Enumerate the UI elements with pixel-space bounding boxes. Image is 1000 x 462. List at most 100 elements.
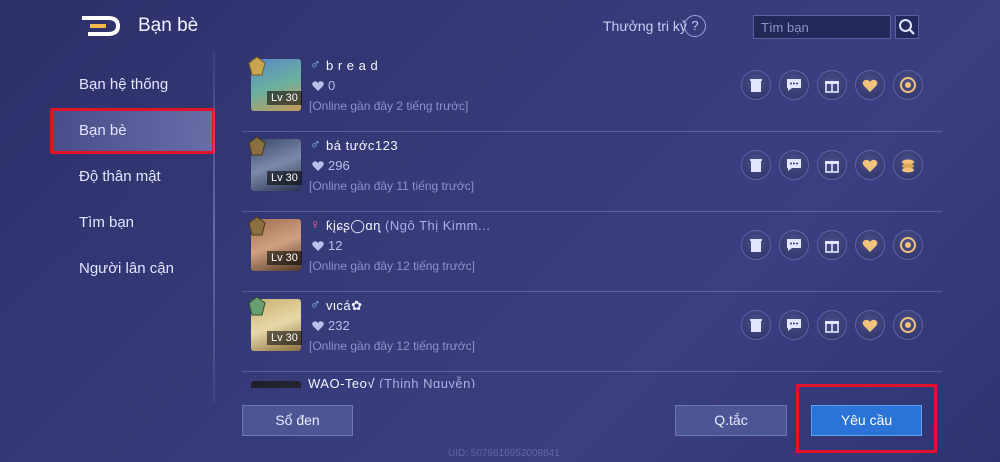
gift-button[interactable] <box>817 310 847 340</box>
coins-icon <box>902 159 914 173</box>
soulmate-reward-link[interactable]: Thưởng tri kỷ <box>603 18 687 34</box>
friend-name: b r e a d <box>326 58 378 73</box>
chat-button[interactable] <box>779 310 809 340</box>
friend-name: WAO-Teo√ (Thịnh Nguyễn) <box>308 376 476 388</box>
heart-icon <box>312 161 324 171</box>
page-title: Bạn bè <box>138 15 199 36</box>
rules-button[interactable]: Q.tắc <box>675 405 787 436</box>
intimacy-count: 12 <box>328 238 343 253</box>
chat-icon <box>787 239 801 251</box>
avatar[interactable]: Lv 30 <box>245 295 303 353</box>
gift-icon <box>825 241 839 253</box>
friend-row[interactable]: Lv 30 ♀ ƙįɕʂ◯ɑɳ (Ngô Thị Kimm... 12 [Onl… <box>242 212 942 292</box>
avatar[interactable]: Lv 30 <box>245 215 303 273</box>
sidebar: Bạn hệ thống Bạn bè Độ thân mật Tìm bạn … <box>0 52 215 392</box>
chat-button[interactable] <box>779 230 809 260</box>
sidebar-item-find-friends[interactable]: Tìm bạn <box>50 200 215 246</box>
delete-friend-button[interactable] <box>741 310 771 340</box>
friend-actions <box>741 310 931 342</box>
gender-male-icon: ♂ <box>310 136 321 152</box>
level-badge: Lv 30 <box>267 251 302 265</box>
sidebar-item-system-friends[interactable]: Bạn hệ thống <box>50 62 215 108</box>
chat-button[interactable] <box>779 70 809 100</box>
bond-button[interactable] <box>893 70 923 100</box>
rank-crest-icon <box>248 56 266 76</box>
friend-name-text: b r e a d <box>326 58 379 73</box>
gold-coins-button[interactable] <box>893 150 923 180</box>
delete-friend-button[interactable] <box>741 230 771 260</box>
friend-name-text: WAO-Teo√ <box>308 376 375 388</box>
level-badge: Lv 30 <box>267 331 302 345</box>
rank-crest-icon <box>248 136 266 156</box>
friend-name: bá tước123 <box>326 138 398 153</box>
last-online: [Online gần đây 11 tiếng trước] <box>309 179 475 193</box>
blacklist-button[interactable]: Sổ đen <box>242 405 353 436</box>
last-online: [Online gần đây 2 tiếng trước] <box>309 99 469 113</box>
avatar[interactable]: Lv 30 <box>245 135 303 193</box>
gender-male-icon: ♂ <box>310 56 321 72</box>
heart-icon <box>312 321 324 331</box>
level-badge: Lv 30 <box>267 91 302 105</box>
friend-actions <box>741 230 931 262</box>
gender-female-icon: ♀ <box>310 216 321 232</box>
friend-name-text: vιcá✿ <box>326 298 363 313</box>
friend-name-text: bá tước123 <box>326 138 399 153</box>
send-heart-button[interactable] <box>855 230 885 260</box>
gift-button[interactable] <box>817 230 847 260</box>
friend-row[interactable]: Lv 30 ♂ bá tước123 296 [Online gần đây 1… <box>242 132 942 212</box>
bond-icon <box>900 237 916 253</box>
bond-button[interactable] <box>893 310 923 340</box>
trash-icon <box>750 79 762 92</box>
sidebar-divider <box>213 52 215 402</box>
gift-button[interactable] <box>817 70 847 100</box>
send-heart-icon <box>862 239 878 252</box>
avatar[interactable] <box>245 375 303 388</box>
bond-button[interactable] <box>893 230 923 260</box>
friend-row[interactable]: Lv 30 ♂ vιcá✿ 232 [Online gần đây 12 tiế… <box>242 292 942 372</box>
send-heart-icon <box>862 79 878 92</box>
help-icon[interactable]: ? <box>684 15 706 37</box>
intimacy-count: 0 <box>328 78 336 93</box>
bond-icon <box>900 317 916 333</box>
delete-friend-button[interactable] <box>741 70 771 100</box>
gift-button[interactable] <box>817 150 847 180</box>
friend-list[interactable]: Lv 30 ♂ b r e a d 0 [Online gần đây 2 ti… <box>242 52 942 388</box>
chat-button[interactable] <box>779 150 809 180</box>
heart-icon <box>312 81 324 91</box>
friend-alias: (Thịnh Nguyễn) <box>379 376 476 388</box>
gift-icon <box>825 161 839 173</box>
sidebar-item-nearby[interactable]: Người lân cận <box>50 246 215 292</box>
last-online: [Online gần đây 12 tiếng trước] <box>309 339 475 353</box>
trash-icon <box>750 159 762 172</box>
friend-row[interactable]: Lv 30 ♂ b r e a d 0 [Online gần đây 2 ti… <box>242 52 942 132</box>
friend-name: ƙįɕʂ◯ɑɳ (Ngô Thị Kimm... <box>326 218 490 234</box>
search-button[interactable] <box>895 15 919 39</box>
heart-icon <box>312 241 324 251</box>
search-input[interactable] <box>753 15 891 39</box>
user-id-label: UID: 5079616952009841 <box>448 448 560 459</box>
back-icon[interactable] <box>78 14 122 38</box>
sidebar-item-friends[interactable]: Bạn bè <box>50 108 215 154</box>
send-heart-button[interactable] <box>855 70 885 100</box>
friend-name-text: ƙįɕʂ◯ɑɳ <box>326 218 381 233</box>
trash-icon <box>750 239 762 252</box>
sidebar-item-intimacy[interactable]: Độ thân mật <box>50 154 215 200</box>
friend-actions <box>741 70 931 102</box>
send-heart-button[interactable] <box>855 310 885 340</box>
delete-friend-button[interactable] <box>741 150 771 180</box>
send-heart-icon <box>862 159 878 172</box>
gender-male-icon: ♂ <box>310 296 321 312</box>
avatar-image <box>251 381 301 388</box>
send-heart-button[interactable] <box>855 150 885 180</box>
chat-icon <box>787 79 801 91</box>
chat-icon <box>787 159 801 171</box>
friend-alias: (Ngô Thị Kimm... <box>385 218 491 233</box>
last-online: [Online gần đây 12 tiếng trước] <box>309 259 475 273</box>
header: Bạn bè Thưởng tri kỷ ? <box>0 0 1000 52</box>
level-badge: Lv 30 <box>267 171 302 185</box>
avatar[interactable]: Lv 30 <box>245 55 303 113</box>
trash-icon <box>750 319 762 332</box>
friend-requests-button[interactable]: Yêu cầu <box>811 405 922 436</box>
rank-crest-icon <box>248 216 266 236</box>
send-heart-icon <box>862 319 878 332</box>
